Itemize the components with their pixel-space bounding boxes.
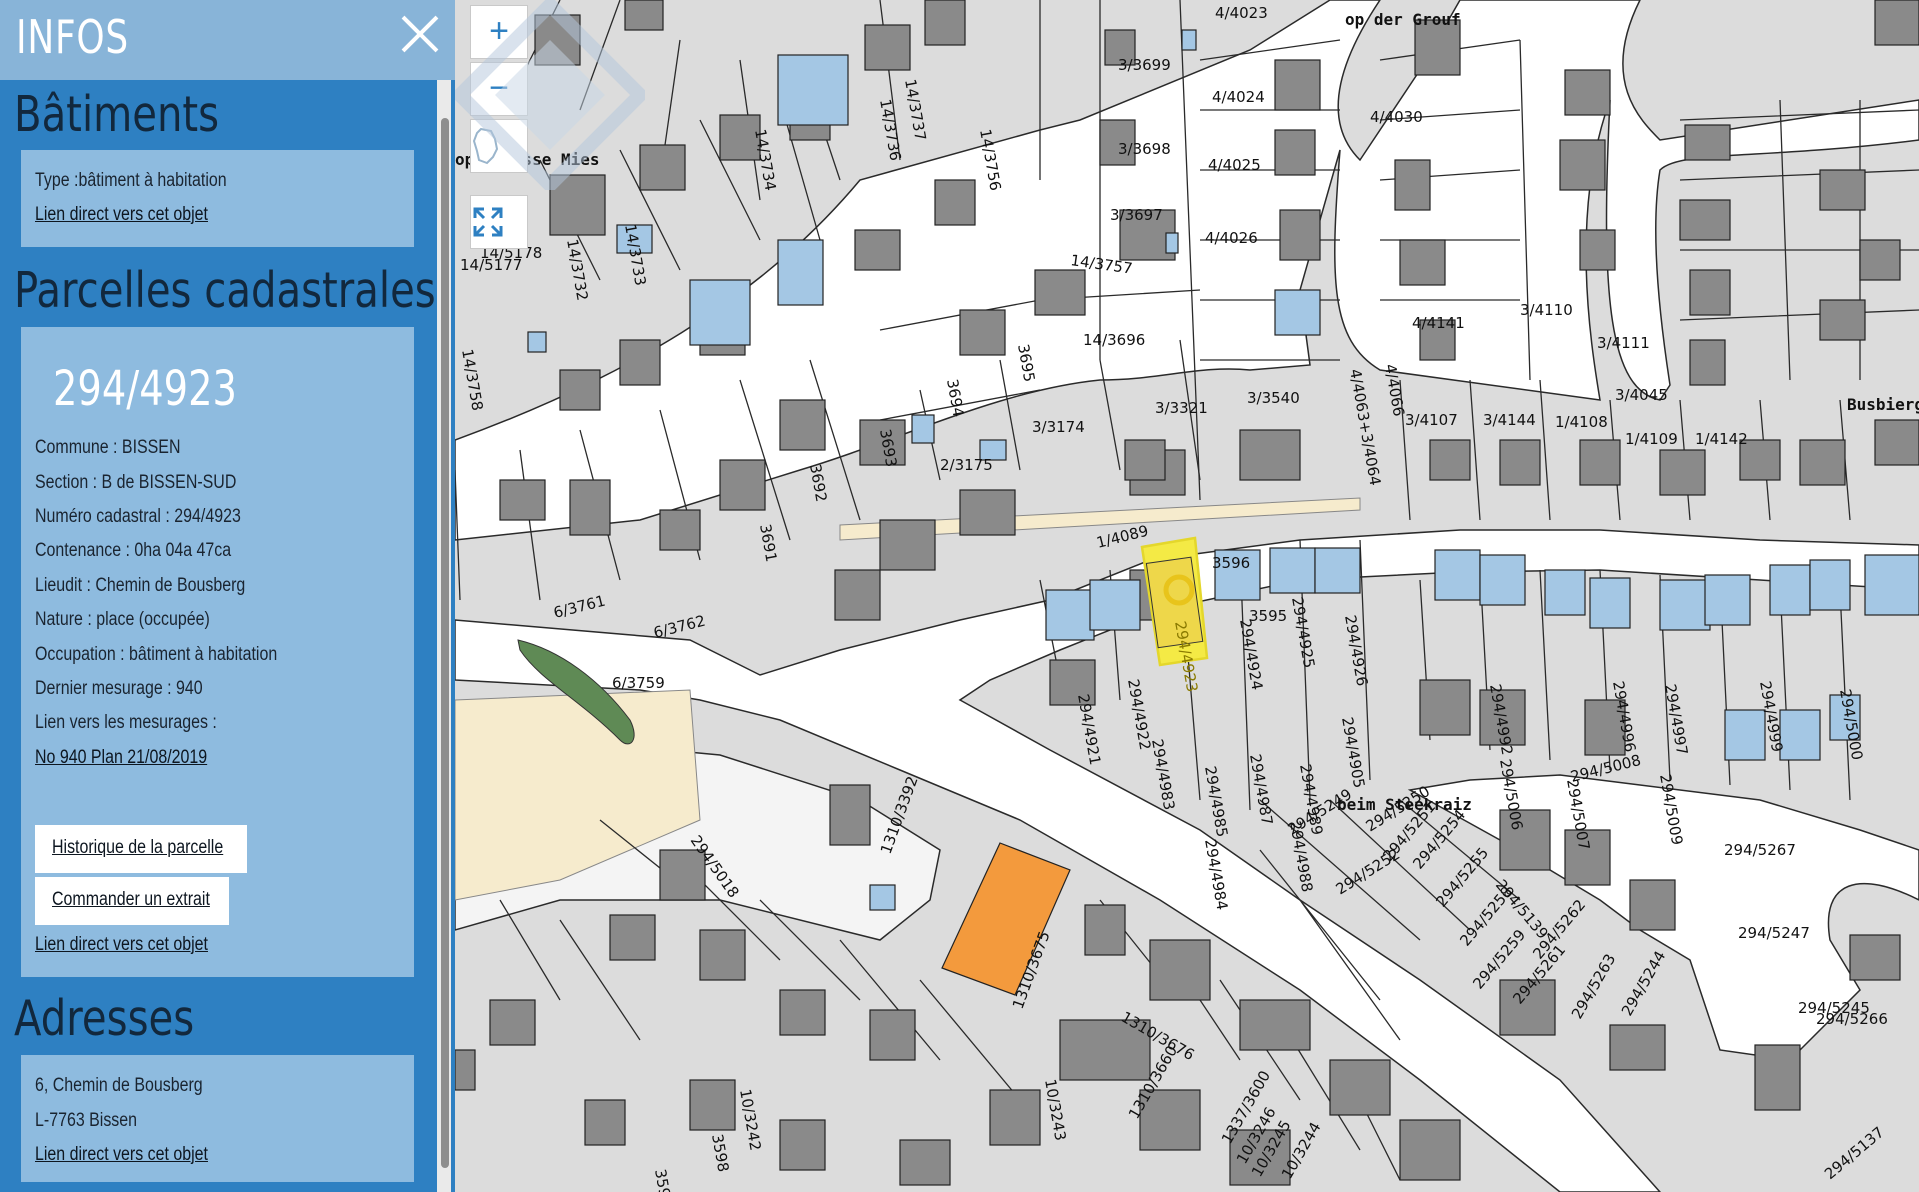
- parcel-label: 3/3321: [1155, 399, 1208, 417]
- expand-icon: [473, 207, 503, 237]
- building-type: Type :bâtiment à habitation: [35, 170, 227, 191]
- parcel-label: 3/3174: [1032, 418, 1085, 436]
- watermark-logo: [455, 0, 645, 190]
- parcel-cadastral-number: Numéro cadastral : 294/4923: [35, 506, 241, 527]
- parcel-label: 1/4142: [1695, 430, 1748, 448]
- parcel-label: 1/4108: [1555, 413, 1608, 431]
- parcel-label: 4/4030: [1370, 108, 1423, 126]
- parcel-occupation: Occupation : bâtiment à habitation: [35, 644, 278, 665]
- parcel-number: 294/4923: [53, 361, 237, 417]
- parcel-lieudit: Lieudit : Chemin de Bousberg: [35, 575, 246, 596]
- address-street: 6, Chemin de Bousberg: [35, 1075, 203, 1096]
- buildings-card: Type :bâtiment à habitation Lien direct …: [21, 150, 414, 247]
- parcel-label: 294/5267: [1724, 841, 1796, 859]
- measure-plan-link[interactable]: No 940 Plan 21/08/2019: [35, 747, 207, 769]
- parcel-nature: Nature : place (occupée): [35, 609, 210, 630]
- parcel-measure-label: Lien vers les mesurages :: [35, 712, 217, 733]
- parcel-label: 4/4141: [1412, 314, 1465, 332]
- parcel-label: 14/5177: [460, 256, 522, 274]
- order-extract-button[interactable]: Commander un extrait: [35, 877, 229, 925]
- parcel-label: 4/4026: [1205, 229, 1258, 247]
- parcel-label: 3/3698: [1118, 140, 1171, 158]
- panel-title: INFOS: [16, 10, 129, 64]
- parcel-label: 6/3759: [612, 674, 665, 692]
- parcel-label: 2/3175: [940, 456, 993, 474]
- info-panel: INFOS Bâtiments Type :bâtiment à habitat…: [0, 0, 455, 1192]
- parcel-label: 3/4144: [1483, 411, 1536, 429]
- parcel-label: 3596: [1212, 554, 1250, 572]
- parcel-card: 294/4923 Commune : BISSEN Section : B de…: [21, 327, 414, 977]
- buildings-heading: Bâtiments: [14, 86, 220, 143]
- parcel-label: 4/4024: [1212, 88, 1265, 106]
- parcel-label: 3/3540: [1247, 389, 1300, 407]
- parcel-history-button[interactable]: Historique de la parcelle: [35, 825, 247, 873]
- address-city: L-7763 Bissen: [35, 1110, 138, 1131]
- parcel-last-measure: Dernier mesurage : 940: [35, 678, 203, 699]
- street-name-op-der-grouf: op der Grouf: [1345, 10, 1461, 29]
- parcel-label: 3/4111: [1597, 334, 1650, 352]
- parcel-label: 294/5245: [1798, 999, 1870, 1017]
- cadastral-map[interactable]: op der Grouf op Brousse Mies Busbierg be…: [455, 0, 1919, 1192]
- parcel-section: Section : B de BISSEN-SUD: [35, 472, 237, 493]
- parcel-label: 3/3697: [1110, 206, 1163, 224]
- parcel-history-label: Historique de la parcelle: [52, 837, 224, 858]
- parcel-label: 3595: [1249, 607, 1287, 625]
- parcel-label: 3/3699: [1118, 56, 1171, 74]
- parcel-label: 3/4110: [1520, 301, 1573, 319]
- close-icon[interactable]: [396, 10, 444, 58]
- panel-scrollbar-thumb[interactable]: [441, 118, 449, 1168]
- parcel-label: 4/4023: [1215, 4, 1268, 22]
- parcel-label: 1/4109: [1625, 430, 1678, 448]
- parcel-direct-link[interactable]: Lien direct vers cet objet: [35, 934, 208, 956]
- parcel-label: 14/3696: [1083, 331, 1145, 349]
- address-card: 6, Chemin de Bousberg L-7763 Bissen Lien…: [21, 1055, 414, 1182]
- order-extract-label: Commander un extrait: [52, 889, 210, 910]
- parcel-label: 3/4107: [1405, 411, 1458, 429]
- parcel-label: 4/4025: [1208, 156, 1261, 174]
- parcel-commune: Commune : BISSEN: [35, 437, 181, 458]
- address-direct-link[interactable]: Lien direct vers cet objet: [35, 1144, 208, 1166]
- building-direct-link[interactable]: Lien direct vers cet objet: [35, 204, 208, 226]
- parcel-label: 294/5247: [1738, 924, 1810, 942]
- parcel-label: 3/4045: [1615, 386, 1668, 404]
- street-name-busbierg: Busbierg: [1847, 395, 1919, 414]
- parcel-contenance: Contenance : 0ha 04a 47ca: [35, 540, 232, 561]
- fullscreen-button[interactable]: [470, 195, 528, 249]
- parcels-heading: Parcelles cadastrales: [14, 262, 436, 319]
- addresses-heading: Adresses: [14, 990, 195, 1047]
- panel-header: INFOS: [0, 0, 455, 80]
